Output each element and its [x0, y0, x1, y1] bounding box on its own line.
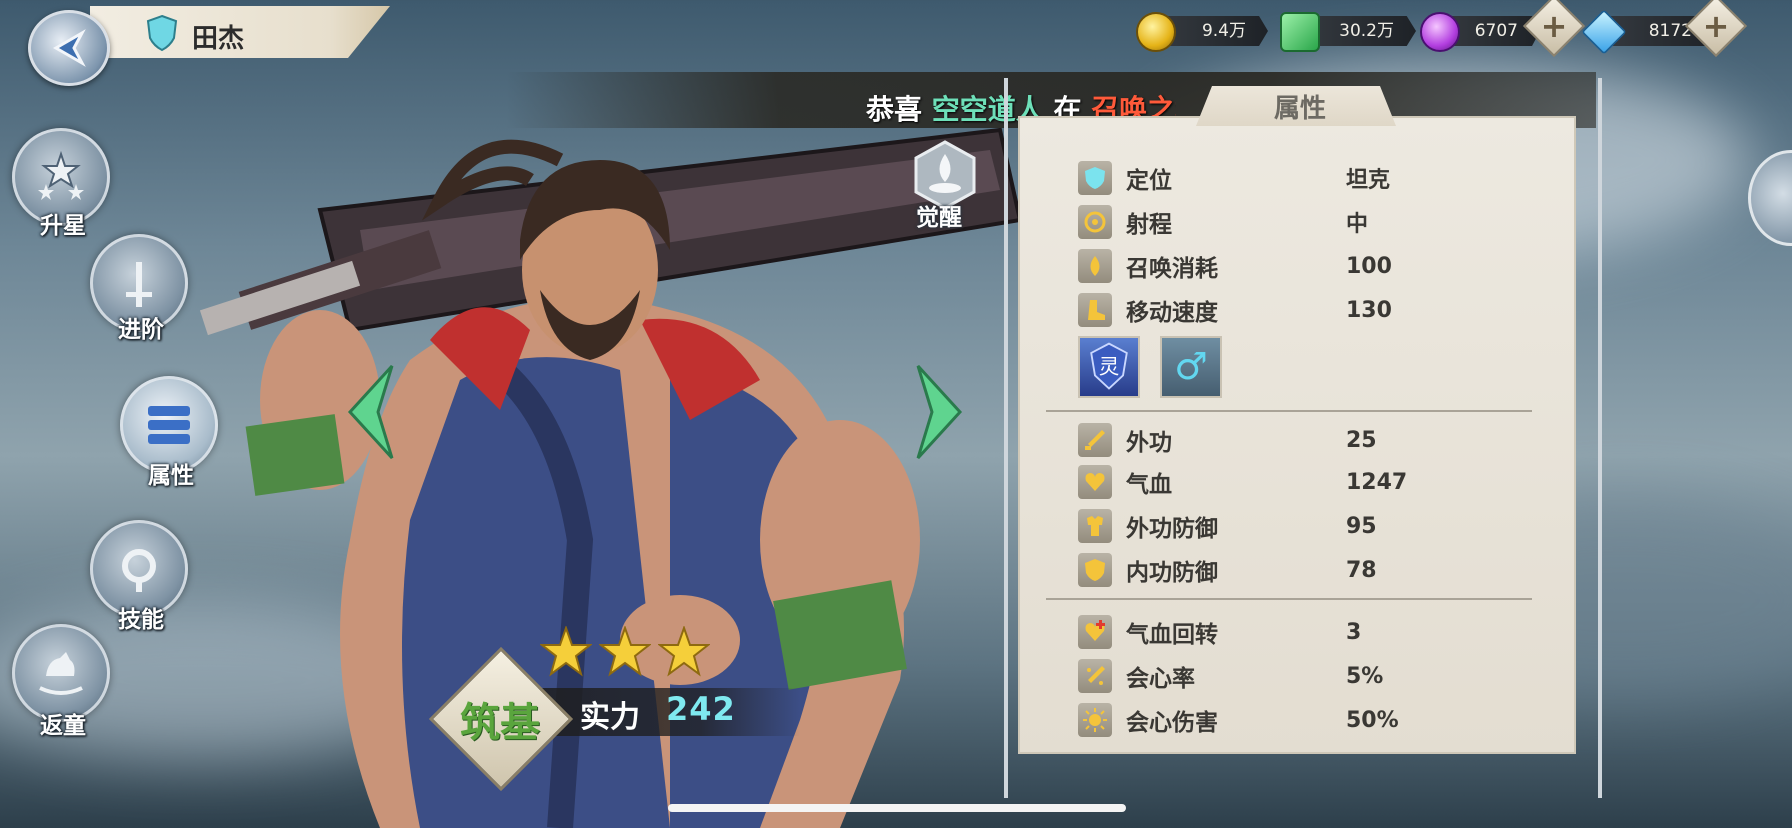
combat-row-outer-defense: 外功防御 95	[1078, 506, 1377, 546]
combat-label: 气血	[1126, 472, 1172, 498]
adv-row-crit-rate: 会心率 5%	[1078, 656, 1383, 696]
home-indicator[interactable]	[668, 804, 1126, 812]
side-panel-toggle-button[interactable]	[1748, 150, 1792, 246]
combat-value: 95	[1346, 513, 1377, 539]
gold-coin-icon	[1136, 12, 1176, 52]
info-value: 中	[1346, 212, 1369, 237]
adv-value: 50%	[1346, 707, 1399, 733]
combat-label: 外功	[1126, 430, 1172, 456]
target-icon	[1078, 205, 1112, 239]
back-button[interactable]	[28, 10, 110, 86]
plus-icon: +	[1702, 6, 1730, 45]
adv-row-crit-damage: 会心伤害 50%	[1078, 700, 1399, 740]
panel-tab-label: 属性	[1273, 94, 1326, 124]
inner-shield-icon	[1078, 553, 1112, 587]
info-row-range: 射程 中	[1078, 202, 1368, 242]
back-arrow-icon	[52, 29, 86, 67]
divider	[1046, 598, 1532, 600]
rank-label: 筑基	[460, 699, 540, 746]
combat-label: 外功防御	[1126, 516, 1218, 542]
attributes-label: 属性	[148, 463, 194, 489]
tank-shield-icon	[146, 14, 178, 52]
sword-icon	[1078, 423, 1112, 457]
crit-rate-icon	[1078, 659, 1112, 693]
attributes-list-icon	[148, 406, 190, 444]
awaken-label: 觉醒	[916, 205, 962, 231]
info-row-role: 定位 坦克	[1078, 158, 1390, 198]
plus-icon: +	[1540, 6, 1568, 45]
crit-damage-icon	[1078, 703, 1112, 737]
rejuvenate-label: 返童	[40, 713, 86, 739]
drop-icon	[1078, 249, 1112, 283]
info-label: 定位	[1126, 168, 1172, 194]
star-up-label: 升星	[40, 213, 86, 239]
combat-row-hp: 气血 1247	[1078, 462, 1407, 502]
info-value: 100	[1346, 253, 1392, 279]
skill-gear-icon	[122, 549, 156, 592]
skills-label: 技能	[118, 607, 164, 633]
star-icon	[539, 624, 593, 677]
power-value: 242	[666, 690, 736, 728]
adv-label: 会心伤害	[1126, 710, 1218, 736]
sword-upgrade-icon	[126, 262, 152, 307]
info-label: 射程	[1126, 212, 1172, 238]
combat-label: 内功防御	[1126, 560, 1218, 586]
boot-icon	[1078, 293, 1112, 327]
info-value: 坦克	[1346, 168, 1391, 193]
adv-value: 5%	[1346, 663, 1384, 689]
star-icon	[657, 624, 712, 677]
combat-row-inner-defense: 内功防御 78	[1078, 550, 1377, 590]
combat-value: 1247	[1346, 469, 1408, 495]
gold-counter: 9.4万	[1136, 10, 1268, 52]
stars-icon	[38, 150, 84, 200]
spirit-orb-icon	[1420, 12, 1460, 52]
adv-row-hp-regen: 气血回转 3	[1078, 612, 1361, 652]
heart-icon	[1078, 465, 1112, 499]
jade-gem-icon	[1280, 12, 1320, 52]
trait-glyph: 灵	[1099, 355, 1120, 379]
adv-label: 会心率	[1126, 666, 1195, 692]
info-label: 召唤消耗	[1126, 256, 1218, 282]
spirit-counter: 6707	[1420, 10, 1540, 52]
combat-value: 78	[1346, 557, 1377, 583]
heal-icon	[1078, 615, 1112, 649]
rocking-horse-icon	[39, 652, 83, 695]
combat-value: 25	[1346, 427, 1377, 453]
adv-value: 3	[1346, 619, 1362, 645]
combat-row-attack: 外功 25	[1078, 420, 1377, 460]
hero-name: 田杰	[192, 24, 245, 54]
info-row-summon-cost: 召唤消耗 100	[1078, 246, 1392, 286]
ticker-prefix: 恭喜	[866, 93, 923, 126]
advance-label: 进阶	[118, 317, 164, 343]
star-icon	[598, 624, 652, 677]
shield-icon	[1078, 161, 1112, 195]
info-row-move-speed: 移动速度 130	[1078, 290, 1392, 330]
spirit-trait-icon[interactable]: 灵	[1078, 336, 1140, 398]
power-label: 实力	[580, 700, 640, 735]
next-hero-arrow-icon[interactable]	[900, 362, 970, 462]
trait-glyph: ♂	[1174, 344, 1208, 388]
armor-icon	[1078, 509, 1112, 543]
info-value: 130	[1346, 297, 1392, 323]
hero-star-rating	[539, 624, 712, 682]
male-trait-icon[interactable]: ♂	[1160, 336, 1222, 398]
jade-counter: 30.2万	[1280, 10, 1416, 52]
adv-label: 气血回转	[1126, 622, 1218, 648]
prev-hero-arrow-icon[interactable]	[340, 362, 410, 462]
info-label: 移动速度	[1126, 300, 1218, 326]
divider	[1046, 410, 1532, 412]
